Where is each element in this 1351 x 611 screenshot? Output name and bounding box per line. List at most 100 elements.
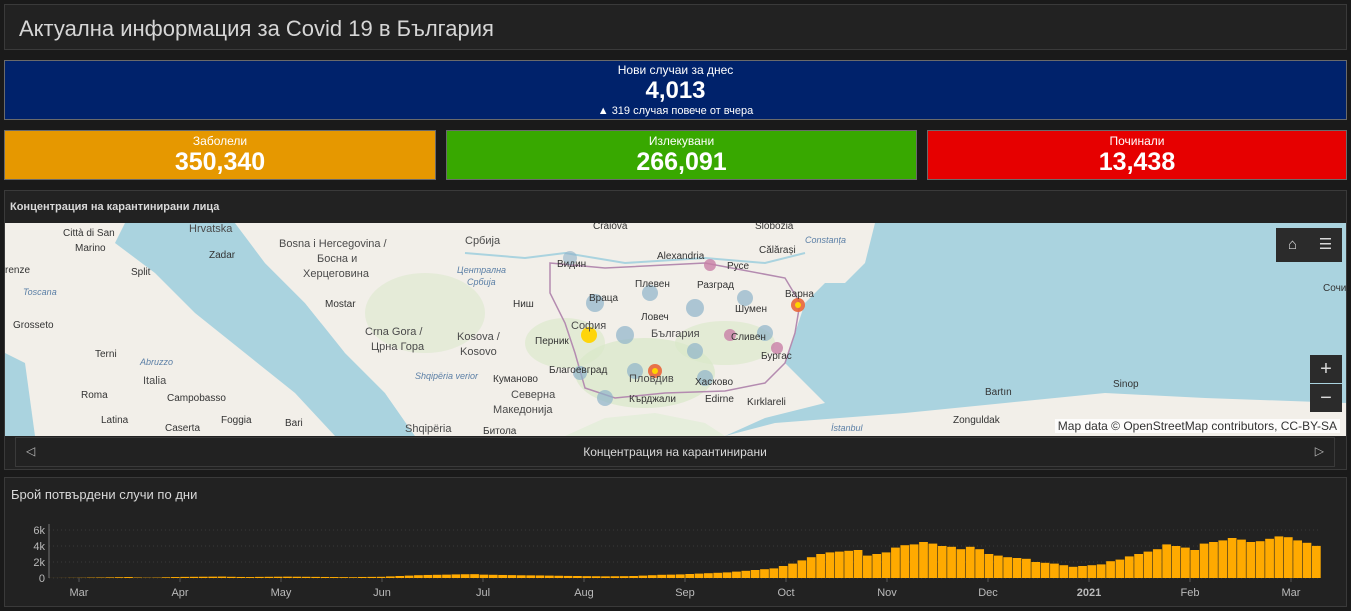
bar <box>947 546 956 578</box>
bar <box>554 575 564 578</box>
bar <box>844 550 854 578</box>
bar <box>965 546 975 578</box>
bar <box>1209 542 1218 578</box>
bar <box>1162 544 1172 578</box>
bar <box>1134 554 1143 578</box>
map-label: Crna Gora / <box>365 326 423 338</box>
bar <box>414 575 423 578</box>
bar <box>853 550 863 578</box>
bar <box>245 577 255 578</box>
bar <box>367 576 377 578</box>
map-view[interactable]: Città di San Marino Hrvatska Bosna i Her… <box>5 223 1346 436</box>
bar <box>1068 566 1078 578</box>
bar <box>1237 539 1246 578</box>
bar <box>993 555 1003 578</box>
map-label: Русе <box>727 261 750 272</box>
bar <box>769 568 779 578</box>
bar <box>1246 542 1256 578</box>
caret-right-icon[interactable]: ▷ <box>1315 444 1324 458</box>
bar <box>301 576 311 578</box>
bar <box>788 563 797 578</box>
bar <box>395 576 405 578</box>
bar <box>919 542 928 578</box>
x-tick-label: Jul <box>476 587 490 599</box>
map-attribution: Map data © OpenStreetMap contributors, C… <box>1054 419 1340 433</box>
map-label: Плевен <box>635 279 670 290</box>
map-label: Варна <box>785 289 814 300</box>
bar <box>610 576 620 578</box>
map-label: Zadar <box>209 250 236 261</box>
bar <box>535 575 545 578</box>
map-label: Херцеговина <box>303 268 369 280</box>
bar <box>666 574 676 578</box>
bar <box>227 576 236 578</box>
map-label: Хасково <box>695 377 734 388</box>
bar <box>1012 558 1022 578</box>
bar <box>657 574 666 578</box>
home-icon[interactable]: ⌂ <box>1276 228 1309 262</box>
map-caption: Концентрация на карантинирани <box>583 445 767 459</box>
new-cases-value: 4,013 <box>645 77 706 104</box>
bar <box>591 576 601 578</box>
map-label: Split <box>131 267 151 278</box>
map-panel: Концентрация на карантинирани лица Città… <box>4 190 1347 470</box>
zoom-in-button[interactable]: + <box>1310 355 1342 383</box>
bar <box>124 577 133 578</box>
bar <box>114 577 124 578</box>
bar <box>189 576 199 578</box>
bar <box>1003 557 1013 578</box>
map-label: Перник <box>535 336 569 347</box>
bar <box>1218 540 1228 578</box>
map-label: Sinop <box>1113 379 1139 390</box>
map-label: Craiova <box>593 223 628 232</box>
bar <box>357 576 367 578</box>
x-tick-label: Sep <box>675 587 695 599</box>
bar <box>816 554 825 578</box>
daily-cases-chart-panel: Брой потвърдени случи по дни 0 2k 4k 6k Mar A… <box>4 477 1347 607</box>
bar <box>1283 537 1293 578</box>
list-icon[interactable]: ☰ <box>1309 228 1342 262</box>
page-title: Актуална информация за Covid 19 в Българ… <box>19 16 494 41</box>
bar <box>198 576 208 578</box>
daily-cases-chart: 0 2k 4k 6k Mar Apr May Jun Jul Aug Sep Oct Nov Dec 202… <box>33 524 1321 599</box>
bar <box>975 549 984 578</box>
bar <box>713 572 723 578</box>
bar <box>797 560 807 578</box>
bar <box>283 576 292 578</box>
map-label: Mostar <box>325 299 356 310</box>
bar <box>909 544 919 578</box>
map-label: Terni <box>95 349 117 360</box>
bar <box>1050 563 1059 578</box>
bar <box>320 576 330 578</box>
bar <box>881 552 891 578</box>
bar <box>1031 562 1041 578</box>
bar <box>1087 565 1097 578</box>
map-label: Caserta <box>165 423 201 434</box>
bar <box>629 576 638 578</box>
map-label: Сливен <box>731 332 766 343</box>
map-label: Куманово <box>493 374 538 385</box>
map-label: Călărași <box>759 245 796 256</box>
bar <box>1190 550 1200 578</box>
zoom-out-button[interactable]: − <box>1310 384 1342 412</box>
bar <box>601 576 610 578</box>
bar <box>582 576 592 578</box>
bar <box>498 574 507 578</box>
bar <box>1115 559 1125 578</box>
y-tick-label: 0 <box>39 573 45 585</box>
map-label: Constanța <box>805 235 847 245</box>
bar <box>891 547 900 578</box>
bar <box>937 546 947 578</box>
bar <box>545 575 554 578</box>
map-label: Бургас <box>761 351 792 362</box>
bar <box>1022 558 1031 578</box>
bar <box>694 573 704 578</box>
bar <box>685 574 695 578</box>
map-label: Roma <box>81 390 108 401</box>
map-caption-bar: ◁ Концентрация на карантинирани ▷ <box>15 437 1335 467</box>
bar <box>255 576 264 578</box>
bar <box>1181 547 1190 578</box>
map-label: Шумен <box>735 304 768 315</box>
bar <box>1227 538 1237 578</box>
new-cases-banner: Нови случаи за днес 4,013 ▲ 319 случая п… <box>4 60 1347 120</box>
